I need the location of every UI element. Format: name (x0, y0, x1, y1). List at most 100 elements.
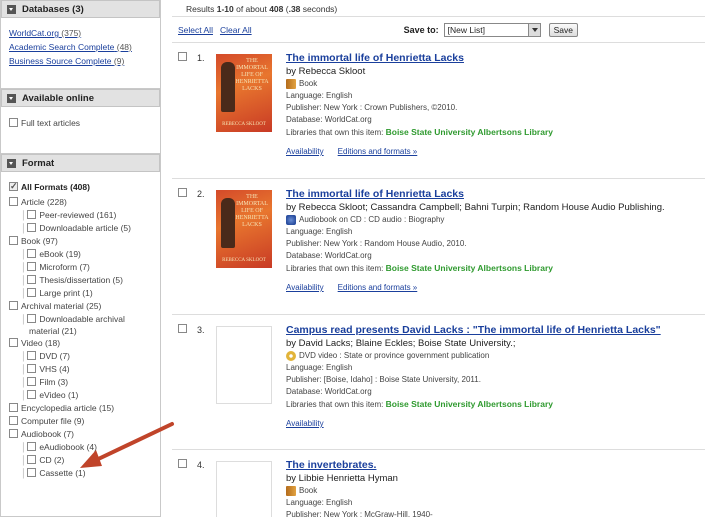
format-facet[interactable]: Archival material (25) (9, 300, 152, 313)
checkbox[interactable] (9, 301, 18, 310)
checkbox[interactable] (9, 429, 18, 438)
format-facet[interactable]: │ eAudiobook (4) (9, 441, 152, 454)
editions-link[interactable]: Editions and formats » (338, 283, 418, 292)
tree-line: │ (21, 468, 27, 478)
checkbox[interactable] (27, 223, 37, 232)
library-name: Boise State University Albertsons Librar… (385, 399, 553, 409)
format-facet[interactable]: Book (97) (9, 235, 152, 248)
database-link[interactable]: Academic Search Complete (48) (9, 40, 152, 54)
cover-image[interactable]: THE IMMORTAL LIFE OF HENRIETTA LACKS REBE… (216, 54, 272, 132)
facet-full-text[interactable]: Full text articles (9, 117, 152, 130)
record-checkbox[interactable] (178, 459, 187, 468)
checkbox[interactable] (27, 455, 37, 464)
record-libraries: Libraries that own this item: Boise Stat… (286, 399, 553, 409)
cover-image[interactable] (216, 461, 272, 517)
format-facet[interactable]: Encyclopedia article (15) (9, 402, 152, 415)
save-button[interactable]: Save (548, 22, 579, 37)
checkbox[interactable] (9, 403, 18, 412)
format-facet[interactable]: All Formats (408) (9, 180, 152, 194)
record-info: The immortal life of Henrietta Lacks by R… (286, 52, 705, 156)
availability-link[interactable]: Availability (286, 147, 324, 156)
facet-sidebar: Databases (3) WorldCat.org (375) Academic… (0, 0, 161, 517)
checkbox[interactable] (27, 249, 37, 258)
record-format: Audiobook on CD : CD audio : Biography (286, 214, 705, 226)
online-header[interactable]: Available online (1, 89, 160, 107)
tree-line: │ (21, 314, 27, 324)
checkbox[interactable] (27, 314, 37, 323)
record-checkbox[interactable] (178, 52, 187, 61)
cover-title: THE IMMORTAL LIFE OF HENRIETTA LACKS (235, 194, 269, 228)
database-link[interactable]: Business Source Complete (9) (9, 54, 152, 68)
checkbox[interactable] (27, 210, 37, 219)
format-list: All Formats (408) Article (228)│Peer-revi… (1, 172, 160, 488)
databases-header[interactable]: Databases (3) (1, 0, 160, 18)
collapse-icon[interactable] (7, 158, 16, 168)
chevron-down-icon[interactable] (527, 23, 540, 36)
save-to-select[interactable]: [New List] (443, 22, 541, 37)
cover-title: THE IMMORTAL LIFE OF HENRIETTA LACKS (235, 58, 269, 92)
record-database: Database: WorldCat.org (286, 387, 372, 396)
record-title-link[interactable]: The invertebrates. (286, 459, 705, 472)
format-facet[interactable]: │ Film (3) (9, 376, 152, 389)
collapse-icon[interactable] (7, 93, 16, 103)
checkbox[interactable] (9, 180, 18, 193)
cover-author: REBECCA SKLOOT (222, 258, 266, 263)
tree-line: │ (21, 364, 27, 374)
format-facet[interactable]: │ eBook (19) (9, 248, 152, 261)
format-facet[interactable]: │ Thesis/dissertation (5) (9, 274, 152, 287)
results-main: Results 1-10 of about 408 (.38 seconds) … (172, 0, 705, 517)
select-all-link[interactable]: Select All (178, 25, 213, 35)
format-facet[interactable]: Video (18) (9, 337, 152, 350)
checkbox[interactable] (27, 442, 37, 451)
checkbox[interactable] (9, 416, 18, 425)
format-facet[interactable]: │ CD (2) (9, 454, 152, 467)
checkbox[interactable] (9, 338, 18, 347)
checkbox[interactable] (27, 351, 37, 360)
tree-line: │ (21, 288, 27, 298)
tree-line: │ (21, 390, 27, 400)
record-title-link[interactable]: The immortal life of Henrietta Lacks (286, 52, 705, 65)
format-facet[interactable]: │ Microform (7) (9, 261, 152, 274)
checkbox[interactable] (27, 468, 37, 477)
editions-link[interactable]: Editions and formats » (338, 147, 418, 156)
cover-image[interactable]: THE IMMORTAL LIFE OF HENRIETTA LACKS REBE… (216, 190, 272, 268)
record-number: 3. (197, 325, 205, 335)
record-checkbox[interactable] (178, 324, 187, 333)
database-link[interactable]: WorldCat.org (375) (9, 26, 152, 40)
format-facet[interactable]: Computer file (9) (9, 415, 152, 428)
online-list: Full text articles (1, 107, 160, 138)
record-number: 4. (197, 460, 205, 470)
tree-line: │ (21, 210, 27, 220)
checkbox[interactable] (9, 118, 18, 127)
format-facet[interactable]: │ eVideo (1) (9, 389, 152, 402)
format-facet[interactable]: Audiobook (7) (9, 428, 152, 441)
availability-link[interactable]: Availability (286, 419, 324, 428)
results-toolbar: Select All Clear All Save to: [New List]… (172, 17, 705, 43)
checkbox[interactable] (9, 197, 18, 206)
checkbox[interactable] (27, 288, 37, 297)
format-facet[interactable]: │ Peer-reviewed (161) (9, 209, 152, 222)
checkbox[interactable] (27, 377, 37, 386)
format-facet[interactable]: │ Large print (1) (9, 287, 152, 300)
collapse-icon[interactable] (7, 4, 16, 14)
format-facet[interactable]: │ VHS (4) (9, 363, 152, 376)
checkbox[interactable] (27, 364, 37, 373)
format-facet[interactable]: Article (228) (9, 196, 152, 209)
record-format: Book (286, 485, 705, 497)
record-checkbox[interactable] (178, 188, 187, 197)
checkbox[interactable] (27, 275, 37, 284)
format-header[interactable]: Format (1, 154, 160, 172)
checkbox[interactable] (27, 390, 37, 399)
tree-line: │ (21, 442, 27, 452)
checkbox[interactable] (9, 236, 18, 245)
availability-link[interactable]: Availability (286, 283, 324, 292)
format-facet[interactable]: │ Downloadable article (5) (9, 222, 152, 235)
cover-image[interactable] (216, 326, 272, 404)
clear-all-link[interactable]: Clear All (220, 25, 252, 35)
checkbox[interactable] (27, 262, 37, 271)
format-facet[interactable]: │ DVD (7) (9, 350, 152, 363)
format-facet[interactable]: │ Cassette (1) (9, 467, 152, 480)
format-facet[interactable]: │ Downloadable archival material (21) (9, 313, 152, 337)
record-title-link[interactable]: The immortal life of Henrietta Lacks (286, 188, 705, 201)
record-title-link[interactable]: Campus read presents David Lacks : "The … (286, 324, 705, 337)
